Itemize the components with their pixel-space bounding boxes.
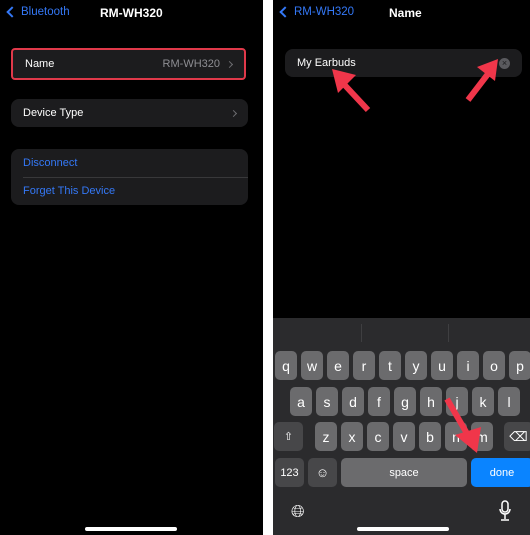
key-q[interactable]: q xyxy=(275,351,297,380)
key-g[interactable]: g xyxy=(394,387,416,416)
back-button[interactable]: Bluetooth xyxy=(6,6,70,18)
emoji-key[interactable]: ☺ xyxy=(308,458,337,487)
backspace-icon: ⌫ xyxy=(509,428,528,444)
back-label: Bluetooth xyxy=(21,6,70,18)
device-type-label: Device Type xyxy=(23,107,84,119)
name-row[interactable]: Name RM-WH320 xyxy=(11,48,246,80)
key-x[interactable]: x xyxy=(341,422,363,451)
key-o[interactable]: o xyxy=(483,351,505,380)
forget-device-button[interactable]: Forget This Device xyxy=(23,185,115,197)
bluetooth-device-screen: Bluetooth RM-WH320 Name RM-WH320 Device … xyxy=(0,0,263,535)
page-title: Name xyxy=(389,6,422,20)
done-key[interactable]: done xyxy=(471,458,530,487)
chevron-left-icon xyxy=(6,6,18,18)
key-y[interactable]: y xyxy=(405,351,427,380)
key-z[interactable]: z xyxy=(315,422,337,451)
delete-key[interactable]: ⌫ xyxy=(504,422,530,451)
key-e[interactable]: e xyxy=(327,351,349,380)
disconnect-button[interactable]: Disconnect xyxy=(23,157,77,169)
rename-screen: RM-WH320 Name My Earbuds × ⇧ ⌫ 123 ☺ spa… xyxy=(273,0,530,535)
key-d[interactable]: d xyxy=(342,387,364,416)
key-v[interactable]: v xyxy=(393,422,415,451)
home-indicator xyxy=(85,527,177,531)
red-arrow-annotation xyxy=(444,397,481,453)
key-t[interactable]: t xyxy=(379,351,401,380)
key-i[interactable]: i xyxy=(457,351,479,380)
key-u[interactable]: u xyxy=(431,351,453,380)
page-title: RM-WH320 xyxy=(100,6,163,20)
divider xyxy=(23,177,248,178)
key-h[interactable]: h xyxy=(420,387,442,416)
space-key[interactable]: space xyxy=(341,458,467,487)
key-f[interactable]: f xyxy=(368,387,390,416)
key-c[interactable]: c xyxy=(367,422,389,451)
name-label: Name xyxy=(25,58,55,70)
divider xyxy=(361,324,362,342)
back-label: RM-WH320 xyxy=(294,6,355,18)
back-button[interactable]: RM-WH320 xyxy=(279,6,355,18)
key-a[interactable]: a xyxy=(290,387,312,416)
red-arrow-annotation xyxy=(332,69,371,113)
key-b[interactable]: b xyxy=(419,422,441,451)
emoji-icon: ☺ xyxy=(315,465,330,480)
key-s[interactable]: s xyxy=(316,387,338,416)
name-value: RM-WH320 xyxy=(162,58,220,70)
key-w[interactable]: w xyxy=(301,351,323,380)
chevron-right-icon xyxy=(225,60,234,68)
microphone-icon[interactable] xyxy=(498,500,512,522)
shift-key[interactable]: ⇧ xyxy=(274,422,303,451)
numbers-key[interactable]: 123 xyxy=(275,458,304,487)
chevron-right-icon xyxy=(229,109,238,117)
shift-icon: ⇧ xyxy=(283,431,294,443)
key-p[interactable]: p xyxy=(509,351,530,380)
red-arrow-annotation xyxy=(465,59,498,102)
divider xyxy=(448,324,449,342)
globe-icon[interactable]: 🌐︎ xyxy=(291,502,305,522)
home-indicator xyxy=(357,527,449,531)
actions-group: Disconnect Forget This Device xyxy=(11,149,248,205)
chevron-left-icon xyxy=(279,6,291,18)
key-r[interactable]: r xyxy=(353,351,375,380)
keyboard: ⇧ ⌫ 123 ☺ space done 🌐︎ qwertyuiop asdfgh… xyxy=(273,318,530,535)
key-l[interactable]: l xyxy=(498,387,520,416)
device-type-row[interactable]: Device Type xyxy=(11,99,248,127)
